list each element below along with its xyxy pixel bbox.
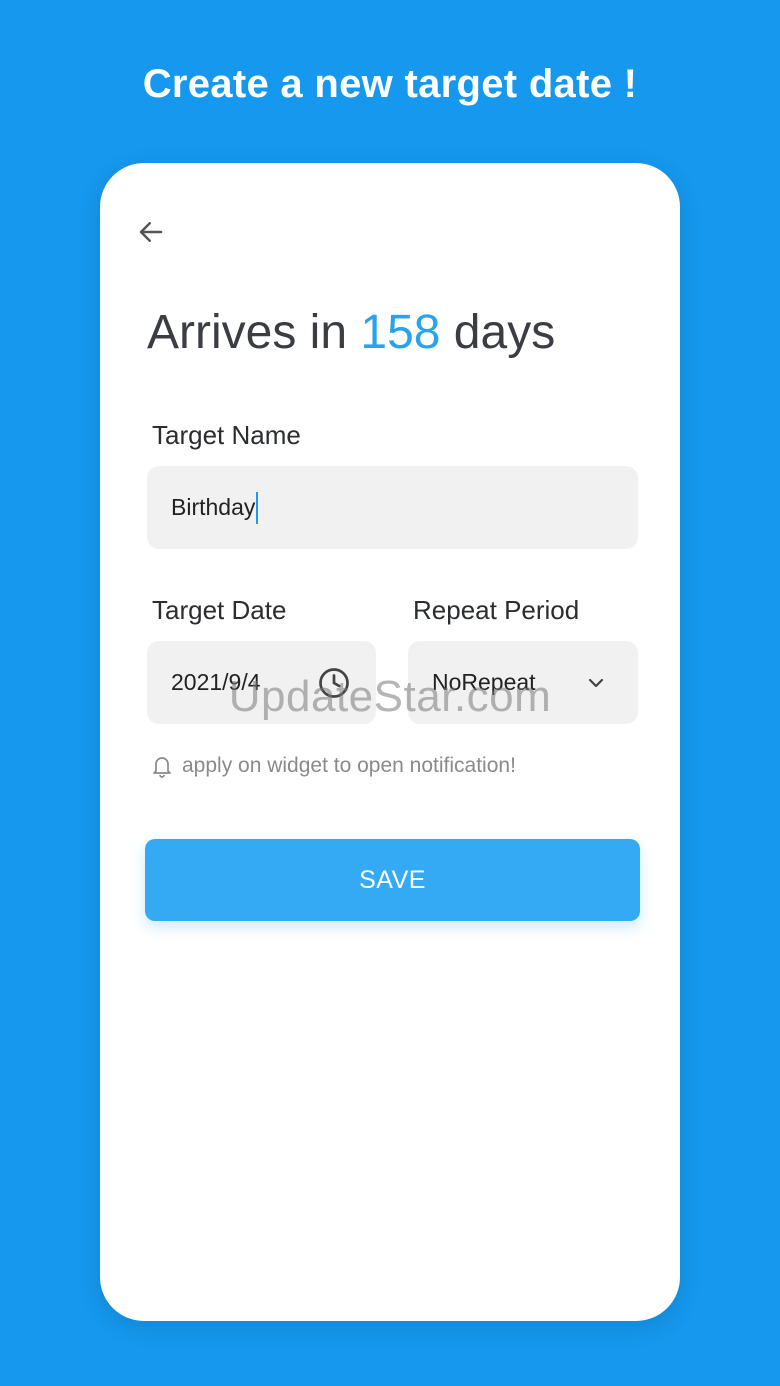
phone-card: Arrives in 158 days Target Name Birthday… (100, 163, 680, 1321)
days-count: 158 (360, 306, 441, 359)
heading-prefix: Arrives in (147, 306, 361, 359)
chevron-down-icon (584, 671, 608, 695)
repeat-period-label: Repeat Period (413, 595, 580, 625)
target-name-value: Birthday (171, 494, 256, 520)
clock-icon (316, 665, 352, 701)
promo-title: Create a new target date ! (142, 62, 638, 106)
back-button[interactable] (130, 211, 172, 253)
save-button[interactable]: SAVE (145, 839, 640, 921)
arrow-left-icon (136, 217, 166, 247)
heading-suffix: days (440, 306, 556, 359)
hint-text: apply on widget to open notification! (182, 754, 516, 777)
repeat-period-value: NoRepeat (432, 669, 536, 695)
bell-icon (150, 753, 174, 779)
target-name-label: Target Name (152, 420, 301, 450)
text-caret (256, 491, 259, 524)
notification-hint: apply on widget to open notification! (150, 753, 516, 779)
target-date-picker[interactable]: 2021/9/4 (147, 641, 376, 724)
target-date-label: Target Date (152, 595, 287, 625)
arrival-heading: Arrives in 158 days (147, 305, 555, 360)
target-date-value: 2021/9/4 (171, 669, 261, 695)
target-name-input[interactable]: Birthday (147, 466, 638, 549)
repeat-period-select[interactable]: NoRepeat (408, 641, 638, 724)
